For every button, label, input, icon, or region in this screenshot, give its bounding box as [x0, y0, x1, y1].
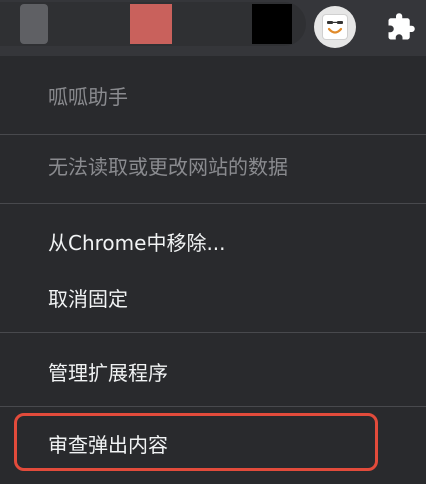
menu-divider — [0, 203, 426, 204]
menu-item-unpin[interactable]: 取消固定 — [0, 266, 426, 328]
menu-item-manage-extensions[interactable]: 管理扩展程序 — [0, 340, 426, 402]
redacted-block — [20, 4, 48, 44]
menu-divider — [0, 332, 426, 333]
extension-button[interactable] — [314, 6, 356, 48]
menu-item-extension-name: 呱呱助手 — [48, 84, 128, 109]
redacted-block — [130, 4, 172, 44]
smiley-extension-icon — [323, 15, 347, 39]
puzzle-icon[interactable] — [386, 12, 416, 42]
menu-divider — [0, 406, 426, 407]
highlight-box — [14, 413, 378, 471]
menu-item-site-access: 无法读取或更改网站的数据 — [48, 154, 288, 179]
menu-item-remove-from-chrome[interactable]: 从Chrome中移除... — [0, 210, 426, 272]
redacted-block — [252, 4, 292, 44]
browser-toolbar — [0, 0, 426, 56]
